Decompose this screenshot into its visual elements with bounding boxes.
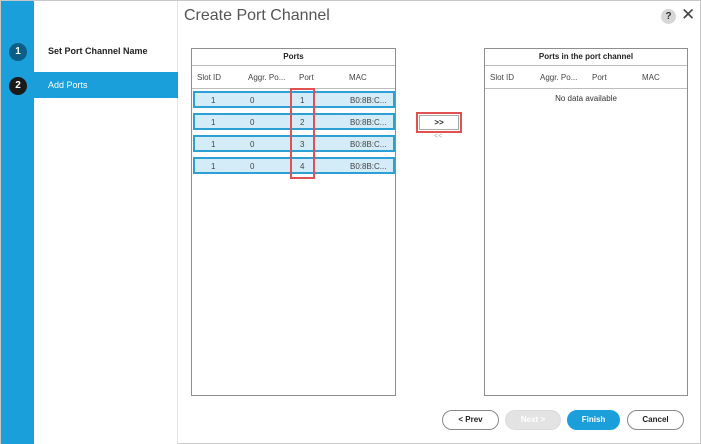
cell-aggr-port: 0 xyxy=(250,140,255,149)
column-header-slot-id[interactable]: Slot ID xyxy=(197,73,221,82)
column-header-slot-id[interactable]: Slot ID xyxy=(490,73,514,82)
cancel-button[interactable]: Cancel xyxy=(627,410,684,430)
cell-aggr-port: 0 xyxy=(250,96,255,105)
column-header-mac[interactable]: MAC xyxy=(349,73,367,82)
cell-mac: B0:8B:C... xyxy=(350,162,387,171)
port-channel-table-header: Slot ID Aggr. Po... Port MAC xyxy=(485,66,687,89)
port-channel-table: Ports in the port channel Slot ID Aggr. … xyxy=(484,48,688,396)
wizard-progress-bar: 1 2 xyxy=(1,1,34,444)
port-column-highlight xyxy=(290,88,315,179)
add-ports-button[interactable]: >> xyxy=(419,115,459,130)
remove-ports-button[interactable]: << xyxy=(434,133,442,140)
cell-aggr-port: 0 xyxy=(250,162,255,171)
close-icon[interactable]: ✕ xyxy=(681,5,695,25)
step-2-number: 2 xyxy=(9,77,27,95)
column-header-port[interactable]: Port xyxy=(592,73,607,82)
ports-table-title: Ports xyxy=(192,49,395,66)
cell-mac: B0:8B:C... xyxy=(350,140,387,149)
port-channel-table-title: Ports in the port channel xyxy=(485,49,687,66)
prev-button[interactable]: < Prev xyxy=(442,410,499,430)
cell-slot-id: 1 xyxy=(211,140,216,149)
dialog-title: Create Port Channel xyxy=(184,7,330,24)
cell-slot-id: 1 xyxy=(211,118,216,127)
column-header-port[interactable]: Port xyxy=(299,73,314,82)
step-set-port-channel-name[interactable]: Set Port Channel Name xyxy=(34,38,178,64)
ports-table-header: Slot ID Aggr. Po... Port MAC xyxy=(192,66,395,89)
column-header-aggr-port[interactable]: Aggr. Po... xyxy=(248,73,285,82)
empty-state-text: No data available xyxy=(555,94,617,103)
finish-button[interactable]: Finish xyxy=(567,410,620,430)
wizard-steps: Set Port Channel Name Add Ports xyxy=(34,1,178,444)
create-port-channel-dialog: 1 2 Set Port Channel Name Add Ports Crea… xyxy=(0,0,701,444)
help-icon[interactable]: ? xyxy=(661,9,676,24)
step-add-ports[interactable]: Add Ports xyxy=(34,72,178,98)
cell-mac: B0:8B:C... xyxy=(350,96,387,105)
cell-mac: B0:8B:C... xyxy=(350,118,387,127)
cell-aggr-port: 0 xyxy=(250,118,255,127)
column-header-aggr-port[interactable]: Aggr. Po... xyxy=(540,73,577,82)
cell-slot-id: 1 xyxy=(211,162,216,171)
step-1-number: 1 xyxy=(9,43,27,61)
column-header-mac[interactable]: MAC xyxy=(642,73,660,82)
cell-slot-id: 1 xyxy=(211,96,216,105)
next-button[interactable]: Next > xyxy=(505,410,561,430)
